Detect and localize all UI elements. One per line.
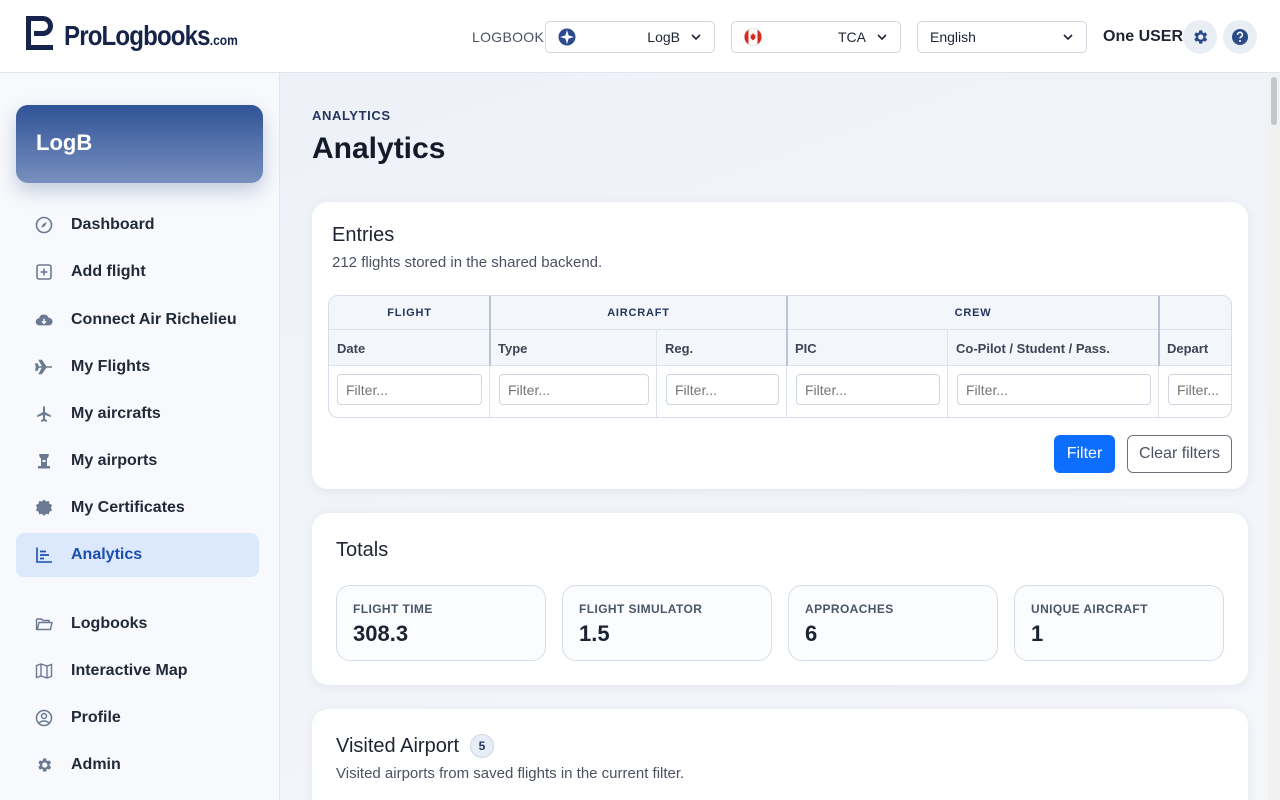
stat-flight-simulator: FLIGHT SIMULATOR 1.5 (562, 585, 772, 661)
page-title: Analytics (312, 132, 446, 165)
column-header-copilot[interactable]: Co-Pilot / Student / Pass. (948, 330, 1159, 366)
logo[interactable]: ProLogbooks.com (26, 16, 266, 50)
sidebar-item-analytics[interactable]: Analytics (16, 533, 259, 577)
grid-divider (1158, 296, 1160, 366)
visited-title: Visited Airport (336, 735, 460, 757)
grid-group-header: FLIGHT AIRCRAFT CREW (329, 296, 1231, 330)
airplane-icon (35, 358, 53, 376)
cloud-download-icon (35, 311, 53, 329)
column-header-pic[interactable]: PIC (787, 330, 948, 366)
map-icon (35, 662, 53, 680)
filter-input-pic[interactable] (796, 374, 940, 405)
chevron-down-icon (1063, 34, 1073, 41)
filter-input-reg[interactable] (666, 374, 779, 405)
group-header-crew: CREW (954, 307, 992, 319)
help-button[interactable] (1223, 20, 1257, 54)
entries-title: Entries (332, 224, 395, 246)
logbook-label: LOGBOOK (472, 29, 545, 45)
certificate-badge-icon (35, 499, 53, 517)
entries-card: Entries 212 flights stored in the shared… (312, 202, 1248, 489)
filter-input-date[interactable] (337, 374, 482, 405)
compass-icon (35, 216, 53, 234)
filter-input-type[interactable] (499, 374, 649, 405)
sidebar-item-add-flight[interactable]: Add flight (16, 250, 259, 294)
group-header-aircraft: AIRCRAFT (607, 307, 670, 319)
language-select[interactable]: English (917, 21, 1087, 53)
filter-input-depart[interactable] (1168, 374, 1231, 405)
gear-icon (35, 756, 53, 774)
aviation-roundel-icon (558, 28, 576, 46)
control-tower-icon (35, 452, 53, 470)
logbook-select[interactable]: LogB (545, 21, 715, 53)
sidebar-item-my-aircrafts[interactable]: My aircrafts (16, 392, 259, 436)
top-bar: ProLogbooks.com LOGBOOK LogB TCA English… (0, 0, 1280, 73)
stat-flight-time: FLIGHT TIME 308.3 (336, 585, 546, 661)
main-content: ANALYTICS Analytics Entries 212 flights … (280, 73, 1268, 800)
sidebar-item-my-certificates[interactable]: My Certificates (16, 486, 259, 530)
user-circle-icon (35, 709, 53, 727)
grid-divider (786, 366, 787, 417)
folder-icon (35, 615, 53, 633)
settings-button[interactable] (1183, 20, 1217, 54)
grid-column-header: Date Type Reg. PIC Co-Pilot / Student / … (329, 330, 1231, 366)
grid-divider (489, 296, 491, 366)
authority-select[interactable]: TCA (731, 21, 901, 53)
entries-subtitle: 212 flights stored in the shared backend… (332, 254, 603, 271)
column-header-reg[interactable]: Reg. (657, 330, 787, 366)
sidebar-item-interactive-map[interactable]: Interactive Map (16, 649, 259, 693)
logo-text: ProLogbooks.com (64, 20, 238, 51)
sidebar-item-dashboard[interactable]: Dashboard (16, 203, 259, 247)
question-circle-icon (1232, 29, 1248, 45)
filter-input-copilot[interactable] (957, 374, 1151, 405)
stat-unique-aircraft: UNIQUE AIRCRAFT 1 (1014, 585, 1224, 661)
column-header-date[interactable]: Date (329, 330, 490, 366)
sidebar-item-admin[interactable]: Admin (16, 743, 259, 787)
visited-subtitle: Visited airports from saved flights in t… (336, 765, 685, 782)
grid-divider (1158, 366, 1159, 417)
totals-title: Totals (336, 539, 389, 561)
aircraft-icon (35, 405, 53, 423)
gear-icon (1194, 30, 1208, 44)
totals-card: Totals FLIGHT TIME 308.3 FLIGHT SIMULATO… (312, 513, 1248, 685)
logbook-brand-card[interactable]: LogB (16, 105, 263, 183)
logo-mark-icon (26, 16, 53, 50)
entries-grid: FLIGHT AIRCRAFT CREW Date Type Reg. PIC … (328, 295, 1232, 418)
chart-icon (35, 546, 53, 564)
visited-airport-card: Visited Airport 5 Visited airports from … (312, 709, 1248, 800)
clear-filters-button[interactable]: Clear filters (1127, 435, 1232, 473)
grid-divider (656, 330, 657, 417)
sidebar-item-my-flights[interactable]: My Flights (16, 345, 259, 389)
sidebar-item-connect-air-richelieu[interactable]: Connect Air Richelieu (16, 298, 259, 342)
chevron-down-icon (877, 34, 887, 41)
sidebar: LogB Dashboard Add flight Connect Air Ri… (0, 73, 280, 800)
stat-approaches: APPROACHES 6 (788, 585, 998, 661)
canada-flag-icon (744, 28, 762, 46)
grid-divider (786, 296, 788, 366)
group-header-flight: FLIGHT (387, 307, 432, 319)
grid-divider (489, 366, 490, 417)
grid-divider (947, 330, 948, 417)
sidebar-item-my-airports[interactable]: My airports (16, 439, 259, 483)
sidebar-item-logbooks[interactable]: Logbooks (16, 602, 259, 646)
page-eyebrow: ANALYTICS (312, 108, 391, 123)
scrollbar-thumb[interactable] (1271, 77, 1277, 125)
user-name[interactable]: One USER (1103, 28, 1183, 46)
visited-count-badge: 5 (470, 734, 494, 758)
column-header-type[interactable]: Type (490, 330, 657, 366)
column-header-depart[interactable]: Depart (1159, 330, 1231, 366)
filter-button[interactable]: Filter (1054, 435, 1115, 473)
logbook-brand-name: LogB (36, 130, 93, 155)
sidebar-item-profile[interactable]: Profile (16, 696, 259, 740)
page-scrollbar[interactable] (1268, 73, 1280, 800)
chevron-down-icon (691, 34, 701, 41)
plus-square-icon (35, 263, 53, 281)
